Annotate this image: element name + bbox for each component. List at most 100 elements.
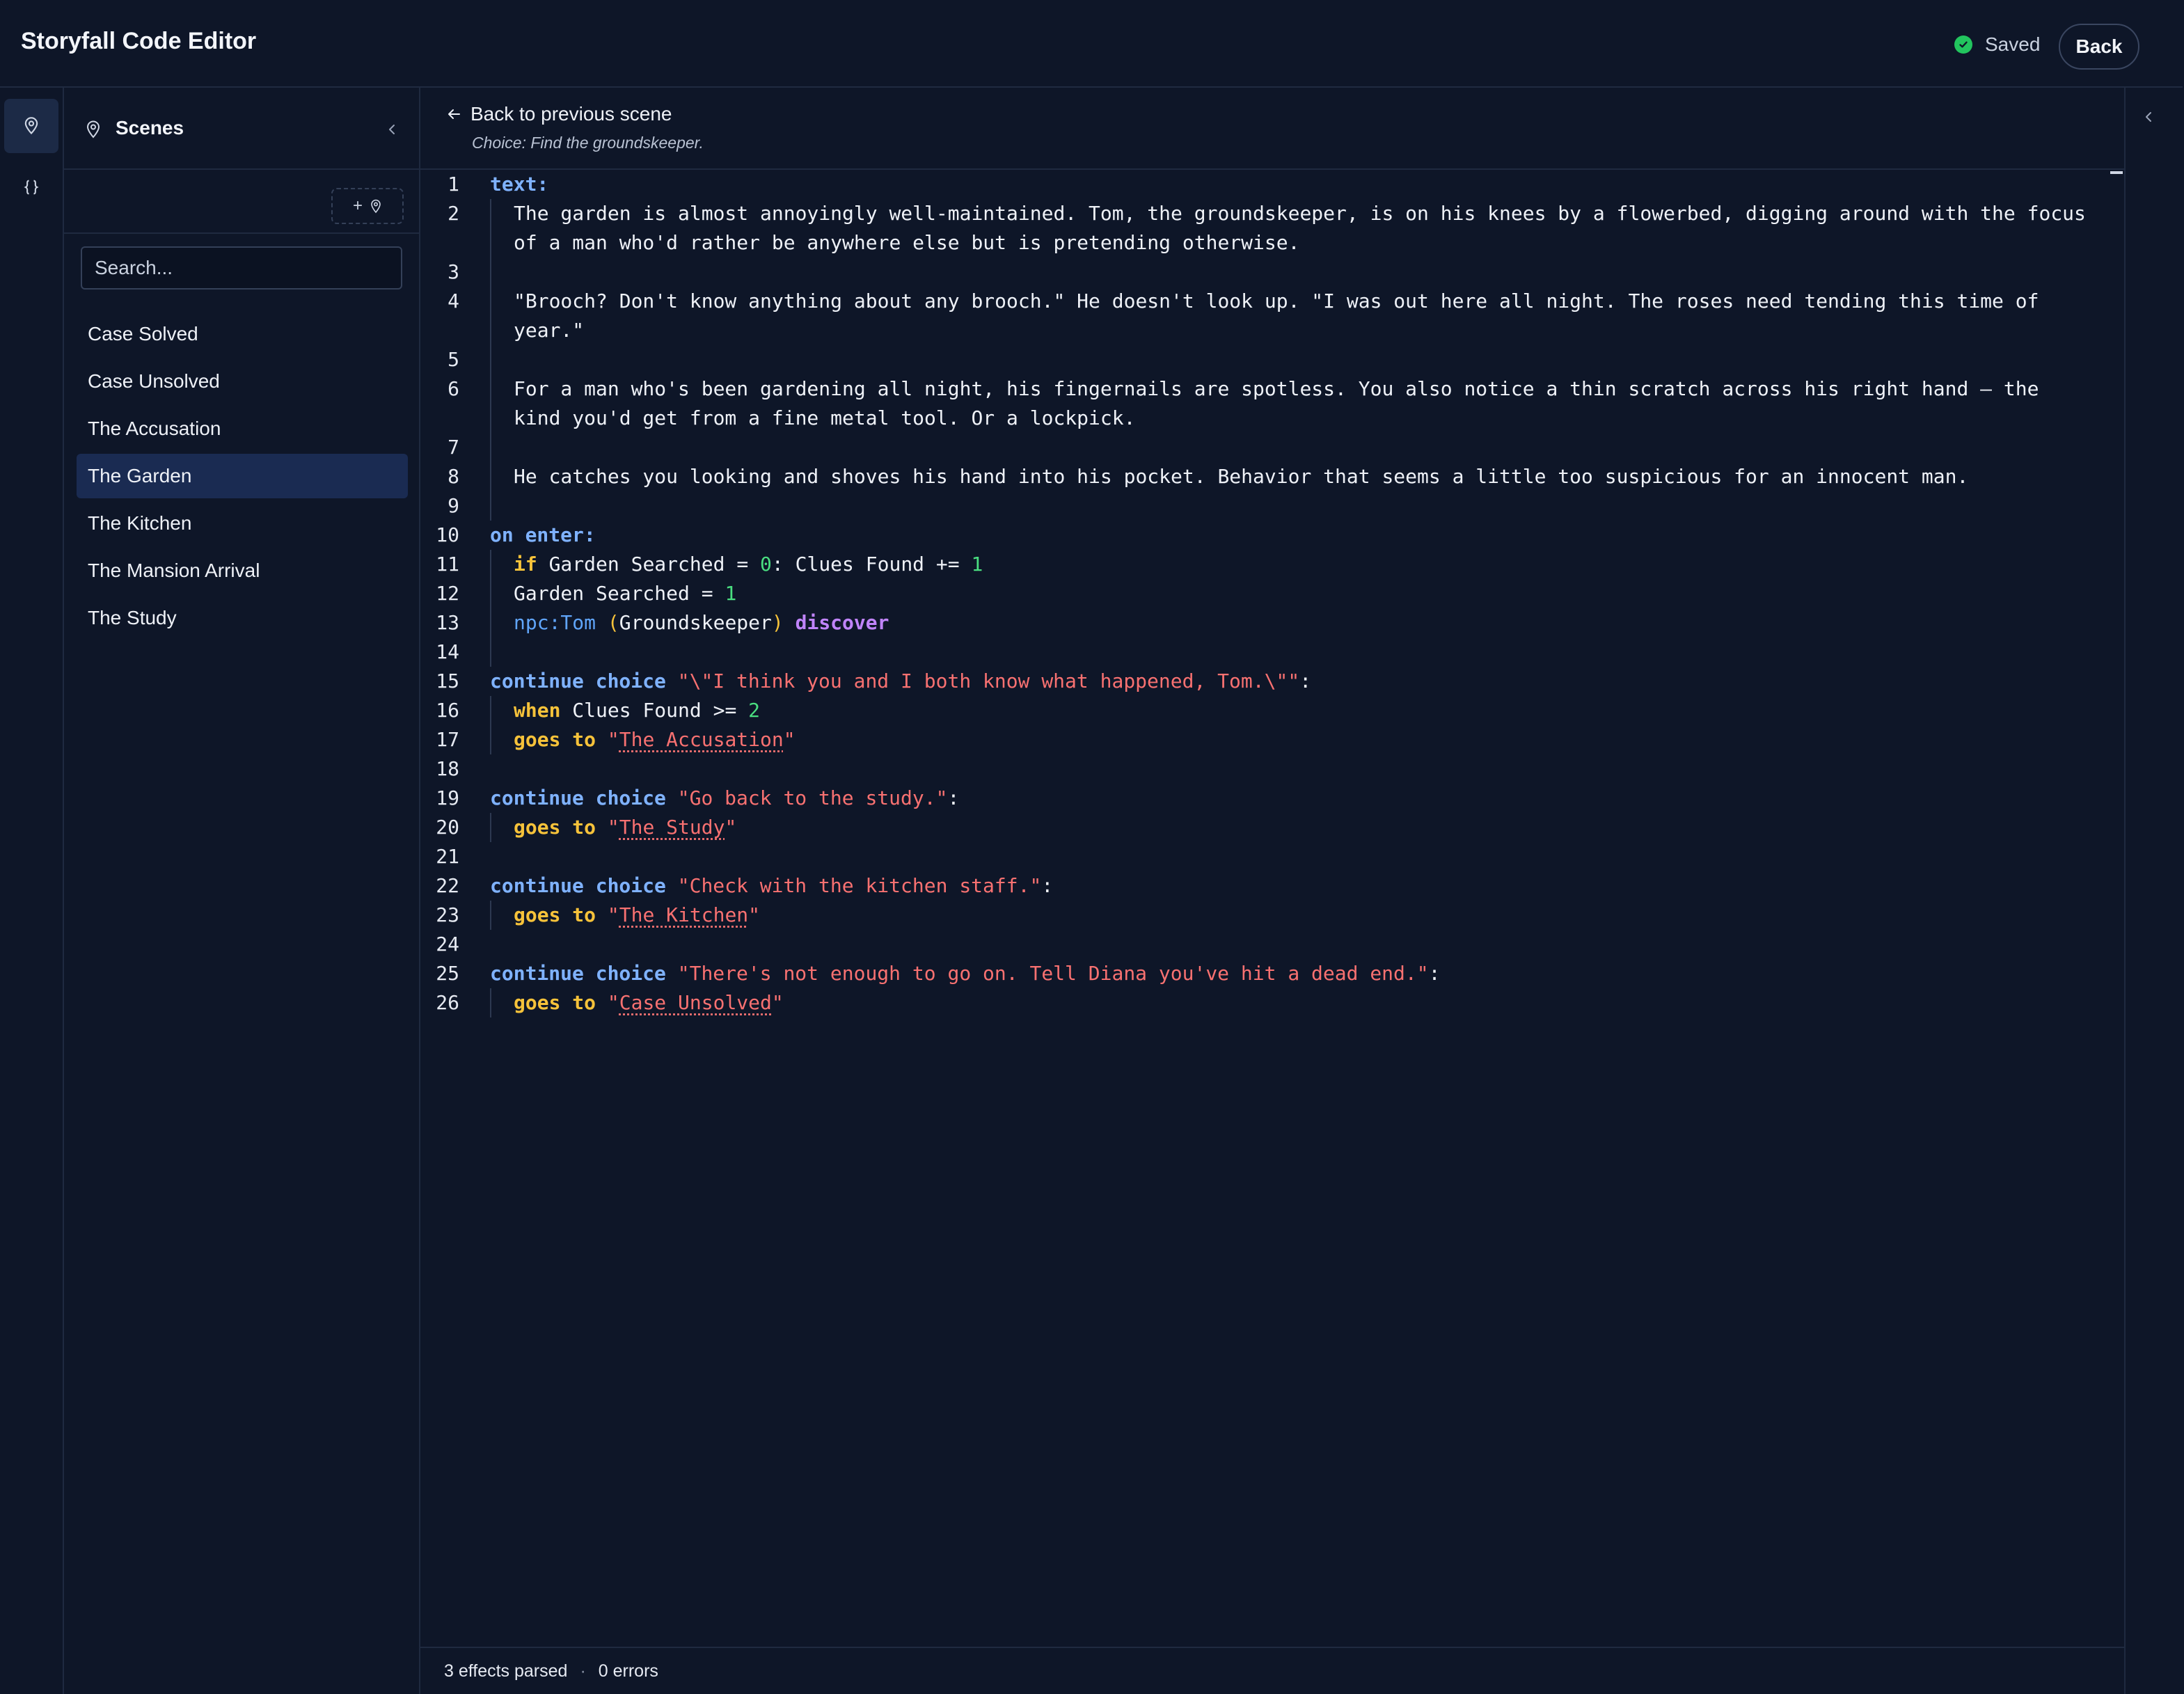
code-text: He catches you looking and shoves his ha… xyxy=(514,465,1969,488)
errors-count: 0 errors xyxy=(598,1661,658,1681)
code-line: 25 continue choice "There's not enough t… xyxy=(420,959,2124,988)
goes-to-keyword: goes to xyxy=(514,991,596,1014)
variables-rail-button[interactable] xyxy=(4,160,58,214)
operator: += xyxy=(935,553,960,576)
status-bar: 3 effects parsed · 0 errors xyxy=(420,1647,2124,1694)
indent-guide xyxy=(490,199,491,258)
code-line: 3 xyxy=(420,258,2124,287)
line-number: 7 xyxy=(448,436,459,459)
colon: : xyxy=(1041,874,1054,897)
editor-panel: Back to previous scene Choice: Find the … xyxy=(420,88,2124,1694)
code-text: For a man who's been gardening all night… xyxy=(514,377,2039,400)
braces-icon xyxy=(24,180,39,195)
sidebar-header: Scenes xyxy=(64,88,419,170)
scene-item-case-unsolved[interactable]: Case Unsolved xyxy=(77,359,408,404)
sidebar-toolbar: + xyxy=(64,170,419,234)
choice-string: "\"I think you and I both know what happ… xyxy=(677,670,1300,692)
variable-name: Clues Found xyxy=(795,553,925,576)
line-number: 4 xyxy=(448,290,459,312)
if-keyword: if xyxy=(514,553,537,576)
indent-guide xyxy=(490,813,491,842)
indent-guide xyxy=(490,696,491,725)
code-line: 18 xyxy=(420,754,2124,784)
scene-item-the-mansion-arrival[interactable]: The Mansion Arrival xyxy=(77,548,408,593)
line-number: 9 xyxy=(448,494,459,517)
indent-guide xyxy=(490,725,491,754)
code-line: 23 goes to "The Kitchen" xyxy=(420,901,2124,930)
code-line: 4 "Brooch? Don't know anything about any… xyxy=(420,287,2124,345)
quote: " xyxy=(607,728,619,751)
top-bar: Storyfall Code Editor Saved Back xyxy=(0,0,2183,88)
scene-item-the-study[interactable]: The Study xyxy=(77,596,408,640)
scene-link[interactable]: The Accusation xyxy=(619,728,784,751)
paren: ) xyxy=(771,611,784,634)
colon: : xyxy=(1428,962,1441,985)
line-number: 3 xyxy=(448,260,459,283)
code-line: 15 continue choice "\"I think you and I … xyxy=(420,667,2124,696)
continue-choice-keyword: continue choice xyxy=(490,786,666,809)
code-text: kind you'd get from a fine metal tool. O… xyxy=(514,406,1136,429)
choice-string: "There's not enough to go on. Tell Diana… xyxy=(677,962,1429,985)
line-number: 21 xyxy=(436,845,459,868)
code-text: year." xyxy=(514,319,585,342)
indent-guide xyxy=(490,433,491,462)
code-line: 11 if Garden Searched = 0: Clues Found +… xyxy=(420,550,2124,579)
choice-string: "Go back to the study." xyxy=(677,786,948,809)
number-literal: 0 xyxy=(760,553,772,576)
code-line: 6 For a man who's been gardening all nig… xyxy=(420,374,2124,433)
code-line: 17 goes to "The Accusation" xyxy=(420,725,2124,754)
indent-guide xyxy=(490,345,491,374)
chevron-left-icon[interactable] xyxy=(2141,109,2156,125)
indent-guide xyxy=(490,988,491,1018)
scene-item-the-accusation[interactable]: The Accusation xyxy=(77,406,408,451)
map-pin-icon xyxy=(86,120,100,138)
goes-to-keyword: goes to xyxy=(514,816,596,839)
code-editor[interactable]: 1 text: 2 The garden is almost annoyingl… xyxy=(420,170,2124,1647)
line-number: 19 xyxy=(436,786,459,809)
quote: " xyxy=(607,991,619,1014)
when-keyword: when xyxy=(514,699,561,722)
scene-item-the-kitchen[interactable]: The Kitchen xyxy=(77,501,408,546)
number-literal: 2 xyxy=(748,699,761,722)
right-panel xyxy=(2124,88,2183,1694)
line-number: 24 xyxy=(436,933,459,956)
back-button[interactable]: Back xyxy=(2059,24,2139,70)
line-number: 16 xyxy=(436,699,459,722)
scene-link[interactable]: Case Unsolved xyxy=(619,991,772,1014)
operator: = xyxy=(701,582,713,605)
scene-link[interactable]: The Study xyxy=(619,816,725,839)
indent-guide xyxy=(490,579,491,608)
code-line: 16 when Clues Found >= 2 xyxy=(420,696,2124,725)
scene-item-the-garden[interactable]: The Garden xyxy=(77,454,408,498)
quote: " xyxy=(771,991,784,1014)
paren: ( xyxy=(607,611,619,634)
code-line: 8 He catches you looking and shoves his … xyxy=(420,462,2124,491)
quote: " xyxy=(607,903,619,926)
line-number: 13 xyxy=(436,611,459,634)
code-line: 9 xyxy=(420,491,2124,521)
effects-count: 3 effects parsed xyxy=(444,1661,568,1681)
choice-string: "Check with the kitchen staff." xyxy=(677,874,1042,897)
chevron-left-icon[interactable] xyxy=(384,121,399,138)
npc-reference: npc:Tom xyxy=(514,611,596,634)
number-literal: 1 xyxy=(725,582,737,605)
scene-search-input[interactable] xyxy=(81,246,402,290)
line-number: 2 xyxy=(448,202,459,225)
scene-item-case-solved[interactable]: Case Solved xyxy=(77,312,408,356)
goes-to-keyword: goes to xyxy=(514,728,596,751)
indent-guide xyxy=(490,258,491,287)
text-keyword: text: xyxy=(490,173,549,196)
indent-guide xyxy=(490,491,491,521)
code-line: 2 The garden is almost annoyingly well-m… xyxy=(420,199,2124,258)
back-to-previous-scene-link[interactable]: Back to previous scene xyxy=(445,103,672,125)
discover-keyword: discover xyxy=(795,611,889,634)
line-number: 12 xyxy=(436,582,459,605)
scenes-rail-button[interactable] xyxy=(4,99,58,153)
status-separator: · xyxy=(580,1661,586,1681)
line-number: 11 xyxy=(436,553,459,576)
quote: " xyxy=(783,728,796,751)
code-line: 12 Garden Searched = 1 xyxy=(420,579,2124,608)
add-scene-button[interactable]: + xyxy=(331,188,404,224)
scene-link[interactable]: The Kitchen xyxy=(619,903,748,926)
code-text: The garden is almost annoyingly well-mai… xyxy=(514,202,2086,225)
